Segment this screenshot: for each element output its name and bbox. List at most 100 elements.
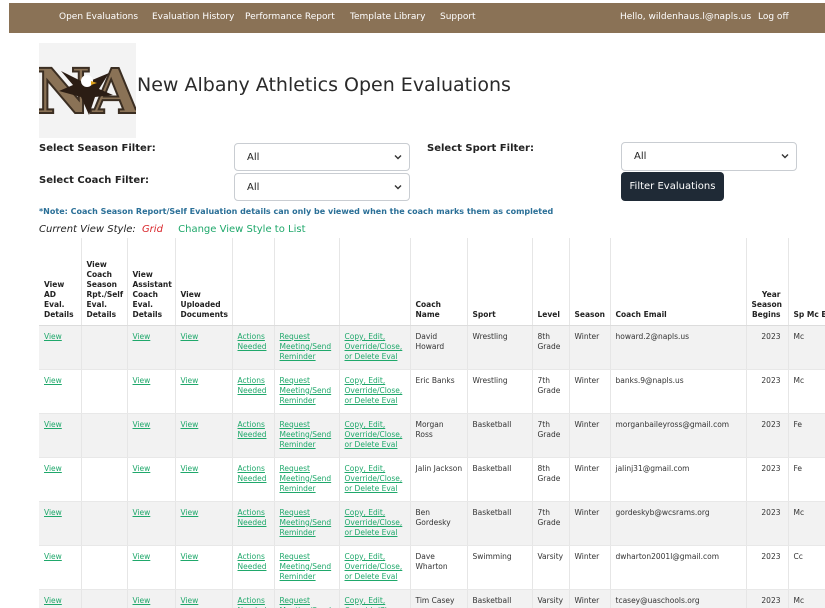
cell-documents: View bbox=[175, 501, 233, 546]
sport-filter-select[interactable]: All bbox=[621, 142, 797, 171]
table-row: View View View Actions Needed Request Me… bbox=[39, 501, 825, 546]
col-header: View AD Eval. Details bbox=[39, 238, 82, 326]
cell-level: 8th Grade bbox=[532, 325, 570, 370]
cell-documents: View bbox=[175, 369, 233, 414]
nav-open-evaluations[interactable]: Open Evaluations bbox=[59, 12, 138, 22]
cell-coach-name: Ben Gordesky bbox=[410, 501, 468, 546]
cell-extra: Fe bbox=[788, 457, 825, 502]
cell-assistant-eval: View bbox=[127, 413, 176, 458]
cell-self-eval bbox=[81, 589, 128, 608]
actions-needed-link[interactable]: Actions Needed bbox=[238, 508, 267, 527]
view-assistant-eval-link[interactable]: View bbox=[133, 508, 151, 517]
actions-needed-link[interactable]: Actions Needed bbox=[238, 332, 267, 351]
view-documents-link[interactable]: View bbox=[181, 420, 199, 429]
view-documents-link[interactable]: View bbox=[181, 376, 199, 385]
copy-edit-eval-link[interactable]: Copy, Edit, Override/Close, or Delete Ev… bbox=[345, 596, 403, 608]
actions-needed-link[interactable]: Actions Needed bbox=[238, 376, 267, 395]
request-meeting-link[interactable]: Request Meeting/Send Reminder bbox=[280, 376, 332, 405]
view-assistant-eval-link[interactable]: View bbox=[133, 332, 151, 341]
copy-edit-eval-link[interactable]: Copy, Edit, Override/Close, or Delete Ev… bbox=[345, 464, 403, 493]
col-header: Coach Email bbox=[610, 238, 747, 326]
cell-documents: View bbox=[175, 545, 233, 590]
cell-coach-name: David Howard bbox=[410, 325, 468, 370]
copy-edit-eval-link[interactable]: Copy, Edit, Override/Close, or Delete Ev… bbox=[345, 376, 403, 405]
request-meeting-link[interactable]: Request Meeting/Send Reminder bbox=[280, 552, 332, 581]
change-view-style-link[interactable]: Change View Style to List bbox=[178, 224, 305, 235]
cell-level: 7th Grade bbox=[532, 413, 570, 458]
view-ad-eval-link[interactable]: View bbox=[44, 376, 62, 385]
actions-needed-link[interactable]: Actions Needed bbox=[238, 552, 267, 571]
cell-season: Winter bbox=[569, 545, 611, 590]
cell-coach-email: gordeskyb@wcsrams.org bbox=[610, 501, 747, 546]
request-meeting-link[interactable]: Request Meeting/Send Reminder bbox=[280, 464, 332, 493]
copy-edit-eval-link[interactable]: Copy, Edit, Override/Close, or Delete Ev… bbox=[345, 332, 403, 361]
view-assistant-eval-link[interactable]: View bbox=[133, 596, 151, 605]
chevron-down-icon bbox=[781, 154, 789, 159]
request-meeting-link[interactable]: Request Meeting/Send Reminder bbox=[280, 596, 332, 608]
view-documents-link[interactable]: View bbox=[181, 464, 199, 473]
view-ad-eval-link[interactable]: View bbox=[44, 464, 62, 473]
filter-evaluations-button[interactable]: Filter Evaluations bbox=[621, 172, 724, 201]
coach-filter-select[interactable]: All bbox=[234, 173, 410, 201]
cell-year: 2023 bbox=[746, 325, 789, 370]
view-assistant-eval-link[interactable]: View bbox=[133, 464, 151, 473]
cell-self-eval bbox=[81, 369, 128, 414]
cell-actions: Actions Needed bbox=[232, 325, 275, 370]
nav-performance-report[interactable]: Performance Report bbox=[245, 12, 335, 22]
cell-coach-name: Eric Banks bbox=[410, 369, 468, 414]
new-albany-logo: NA bbox=[34, 43, 141, 138]
cell-documents: View bbox=[175, 413, 233, 458]
top-navbar: Open Evaluations Evaluation History Perf… bbox=[9, 3, 825, 33]
view-documents-link[interactable]: View bbox=[181, 332, 199, 341]
cell-year: 2023 bbox=[746, 501, 789, 546]
request-meeting-link[interactable]: Request Meeting/Send Reminder bbox=[280, 508, 332, 537]
sport-filter-value: All bbox=[634, 151, 647, 162]
cell-assistant-eval: View bbox=[127, 545, 176, 590]
view-ad-eval-link[interactable]: View bbox=[44, 552, 62, 561]
copy-edit-eval-link[interactable]: Copy, Edit, Override/Close, or Delete Ev… bbox=[345, 508, 403, 537]
view-documents-link[interactable]: View bbox=[181, 508, 199, 517]
view-ad-eval-link[interactable]: View bbox=[44, 332, 62, 341]
col-header: Season bbox=[569, 238, 611, 326]
view-documents-link[interactable]: View bbox=[181, 596, 199, 605]
cell-copy: Copy, Edit, Override/Close, or Delete Ev… bbox=[339, 589, 411, 608]
nav-template-library[interactable]: Template Library bbox=[350, 12, 425, 22]
nav-evaluation-history[interactable]: Evaluation History bbox=[152, 12, 234, 22]
cell-documents: View bbox=[175, 457, 233, 502]
cell-documents: View bbox=[175, 325, 233, 370]
actions-needed-link[interactable]: Actions Needed bbox=[238, 596, 267, 608]
view-ad-eval-link[interactable]: View bbox=[44, 508, 62, 517]
actions-needed-link[interactable]: Actions Needed bbox=[238, 420, 267, 439]
cell-extra: Cc bbox=[788, 545, 825, 590]
cell-season: Winter bbox=[569, 589, 611, 608]
copy-edit-eval-link[interactable]: Copy, Edit, Override/Close, or Delete Ev… bbox=[345, 552, 403, 581]
col-header: View Coach Season Rpt./Self Eval. Detail… bbox=[81, 238, 128, 326]
col-header: Level bbox=[532, 238, 570, 326]
view-documents-link[interactable]: View bbox=[181, 552, 199, 561]
user-greeting[interactable]: Hello, wildenhaus.l@napls.us bbox=[620, 12, 751, 22]
cell-self-eval bbox=[81, 413, 128, 458]
copy-edit-eval-link[interactable]: Copy, Edit, Override/Close, or Delete Ev… bbox=[345, 420, 403, 449]
coach-filter-label: Select Coach Filter: bbox=[39, 175, 150, 186]
request-meeting-link[interactable]: Request Meeting/Send Reminder bbox=[280, 332, 332, 361]
cell-sport: Basketball bbox=[467, 589, 533, 608]
view-assistant-eval-link[interactable]: View bbox=[133, 376, 151, 385]
col-header: Year Season Begins bbox=[746, 238, 789, 326]
nav-support[interactable]: Support bbox=[440, 12, 476, 22]
view-ad-eval-link[interactable]: View bbox=[44, 420, 62, 429]
cell-coach-email: dwharton2001l@gmail.com bbox=[610, 545, 747, 590]
view-assistant-eval-link[interactable]: View bbox=[133, 420, 151, 429]
cell-year: 2023 bbox=[746, 457, 789, 502]
table-row: View View View Actions Needed Request Me… bbox=[39, 545, 825, 590]
season-filter-select[interactable]: All bbox=[234, 143, 410, 171]
table-row: View View View Actions Needed Request Me… bbox=[39, 325, 825, 370]
actions-needed-link[interactable]: Actions Needed bbox=[238, 464, 267, 483]
season-filter-value: All bbox=[247, 151, 260, 163]
cell-assistant-eval: View bbox=[127, 589, 176, 608]
view-assistant-eval-link[interactable]: View bbox=[133, 552, 151, 561]
cell-self-eval bbox=[81, 325, 128, 370]
logoff-link[interactable]: Log off bbox=[758, 12, 789, 22]
view-ad-eval-link[interactable]: View bbox=[44, 596, 62, 605]
cell-extra: Fe bbox=[788, 413, 825, 458]
request-meeting-link[interactable]: Request Meeting/Send Reminder bbox=[280, 420, 332, 449]
